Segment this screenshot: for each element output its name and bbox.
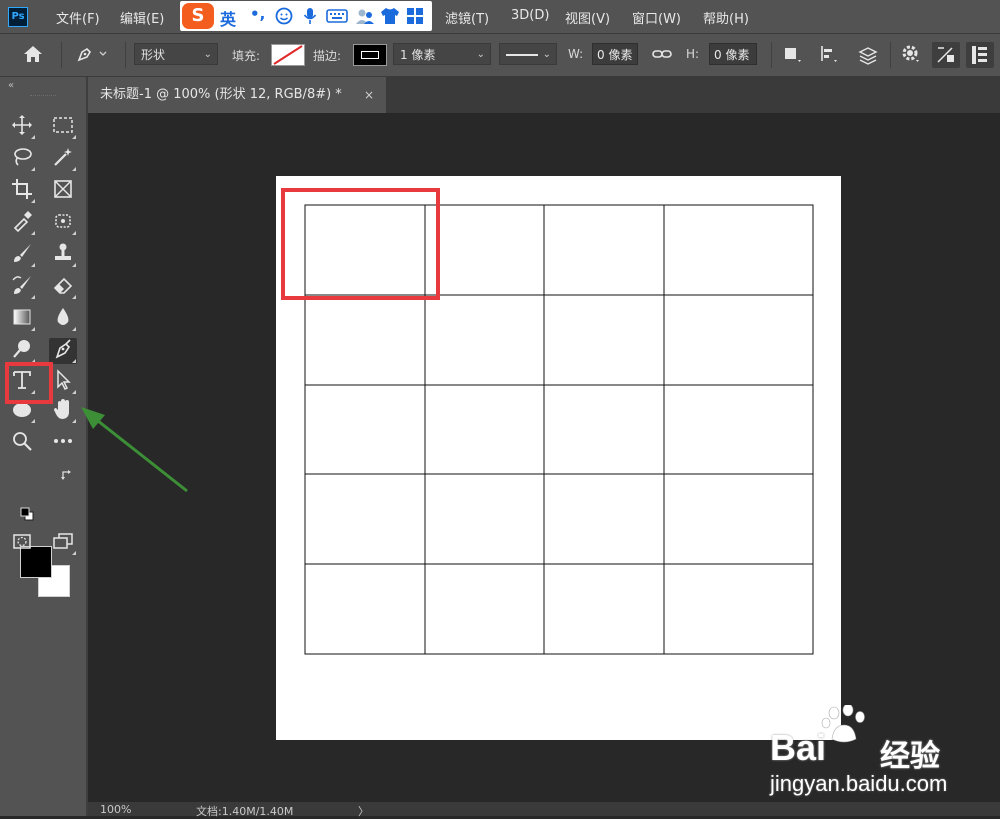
gear-icon[interactable] <box>900 44 922 68</box>
path-arrangement-icon[interactable] <box>856 42 880 70</box>
constrain-path-button[interactable] <box>966 42 994 68</box>
close-icon[interactable]: × <box>364 77 374 113</box>
default-colors-icon[interactable] <box>20 507 34 525</box>
home-icon[interactable] <box>22 44 44 68</box>
watermark-brand: Bai <box>770 727 827 768</box>
shirt-icon[interactable] <box>380 7 400 29</box>
menu-filter[interactable]: 滤镜(T) <box>445 8 489 27</box>
zoom-tool-icon[interactable] <box>8 430 36 456</box>
chevron-down-icon: ⌄ <box>542 49 551 60</box>
collapse-panel-icon[interactable]: « <box>8 80 14 91</box>
menu-file[interactable]: 文件(F) <box>56 8 100 27</box>
watermark-url: jingyan.baidu.com <box>770 771 948 796</box>
dodge-tool-icon[interactable] <box>8 338 36 364</box>
paw-logo-icon <box>821 705 865 743</box>
eraser-tool-icon[interactable] <box>49 274 77 300</box>
document-size-info: 文档:1.40M/1.40M <box>196 805 294 818</box>
height-label: H: <box>686 47 700 61</box>
history-brush-tool-icon[interactable] <box>8 274 36 300</box>
stroke-indicator-icon <box>361 51 379 59</box>
path-alignment-icon[interactable] <box>818 44 840 68</box>
document-tab-title: 未标题-1 @ 100% (形状 12, RGB/8#) * <box>100 87 342 102</box>
ime-mode-english[interactable]: 英 <box>220 6 236 30</box>
ime-punctuation[interactable]: •, <box>250 5 265 23</box>
align-edges-button[interactable] <box>932 42 960 68</box>
width-input[interactable]: 0 像素 <box>592 43 638 65</box>
clone-stamp-tool-icon[interactable] <box>49 242 77 268</box>
menu-3d[interactable]: 3D(D) <box>511 8 549 23</box>
menu-window[interactable]: 窗口(W) <box>632 8 681 27</box>
brush-tool-icon[interactable] <box>8 242 36 268</box>
frame-tool-icon[interactable] <box>49 178 77 204</box>
lasso-tool-icon[interactable] <box>8 146 36 172</box>
menu-help[interactable]: 帮助(H) <box>703 8 749 27</box>
fill-swatch[interactable] <box>271 44 305 66</box>
grid-icon[interactable] <box>406 7 424 29</box>
chevron-down-icon: ⌄ <box>476 49 485 60</box>
tool-mode-dropdown[interactable]: 形状 ⌄ <box>134 43 218 65</box>
healing-brush-tool-icon[interactable] <box>49 210 77 236</box>
green-arrow-icon <box>81 407 188 493</box>
height-input[interactable]: 0 像素 <box>709 43 757 65</box>
stroke-type-dropdown[interactable]: ⌄ <box>499 43 557 65</box>
sogou-logo[interactable]: S <box>182 3 214 29</box>
document-tab[interactable]: 未标题-1 @ 100% (形状 12, RGB/8#) * × <box>88 77 386 113</box>
separator <box>890 42 891 68</box>
blur-tool-icon[interactable] <box>49 306 77 332</box>
stroke-swatch[interactable] <box>353 44 387 66</box>
stroke-label: 描边: <box>313 49 342 63</box>
baidu-jingyan-watermark: Bai 经验 jingyan.baidu.com <box>760 705 990 805</box>
pen-tool-icon[interactable] <box>49 338 77 364</box>
microphone-icon[interactable] <box>302 7 318 29</box>
menu-edit[interactable]: 编辑(E) <box>120 8 164 27</box>
watermark-jingyan: 经验 <box>880 739 940 774</box>
users-icon[interactable] <box>354 7 376 29</box>
tool-mode-value: 形状 <box>141 48 166 62</box>
screen-mode-icon[interactable] <box>49 530 77 556</box>
path-selection-tool-icon[interactable] <box>49 369 77 395</box>
keyboard-icon[interactable] <box>326 7 348 29</box>
separator <box>61 42 62 68</box>
path-operations-icon[interactable] <box>782 44 804 68</box>
separator <box>771 42 772 68</box>
document-tab-bar: 未标题-1 @ 100% (形状 12, RGB/8#) * × <box>88 77 1000 113</box>
separator <box>125 42 126 68</box>
fill-label: 填充: <box>232 49 261 63</box>
gradient-tool-icon[interactable] <box>8 306 36 332</box>
properties-panel-icon <box>972 46 987 64</box>
stroke-width-dropdown[interactable]: 1 像素 ⌄ <box>393 43 491 65</box>
width-label: W: <box>568 47 584 61</box>
menu-view[interactable]: 视图(V) <box>565 8 610 27</box>
crop-tool-icon[interactable] <box>8 178 36 204</box>
align-edges-icon <box>937 47 954 63</box>
marquee-tool-icon[interactable] <box>49 114 77 140</box>
smiley-icon[interactable] <box>275 7 293 29</box>
more-tools-icon[interactable] <box>49 430 77 456</box>
menu-bar: Ps 文件(F) 编辑(E) S 英 •, 滤镜(T) 3D(D) 视图(V) … <box>0 0 1000 34</box>
quick-mask-icon[interactable] <box>8 530 36 556</box>
swap-colors-icon[interactable] <box>60 468 74 486</box>
photoshop-logo[interactable]: Ps <box>8 7 28 27</box>
eyedropper-tool-icon[interactable] <box>8 210 36 236</box>
type-tool-highlight <box>5 362 53 404</box>
stroke-width-value: 1 像素 <box>400 48 436 62</box>
options-bar: 形状 ⌄ 填充: 描边: 1 像素 ⌄ ⌄ W: 0 像素 H: 0 像素 <box>0 34 1000 77</box>
move-tool-icon[interactable] <box>8 114 36 140</box>
zoom-level[interactable]: 100% <box>100 803 131 816</box>
stroke-line-icon <box>506 54 538 56</box>
cell-highlight <box>281 188 440 300</box>
pen-tool-preset-icon[interactable] <box>75 44 109 68</box>
link-icon[interactable] <box>652 46 672 66</box>
hand-tool-icon[interactable] <box>49 398 77 424</box>
status-menu-arrow[interactable]: 〉 <box>358 803 369 819</box>
panel-grip[interactable] <box>30 95 56 98</box>
magic-wand-tool-icon[interactable] <box>49 146 77 172</box>
chevron-down-icon: ⌄ <box>203 49 212 60</box>
sogou-ime-toolbar: S 英 •, <box>180 1 432 31</box>
